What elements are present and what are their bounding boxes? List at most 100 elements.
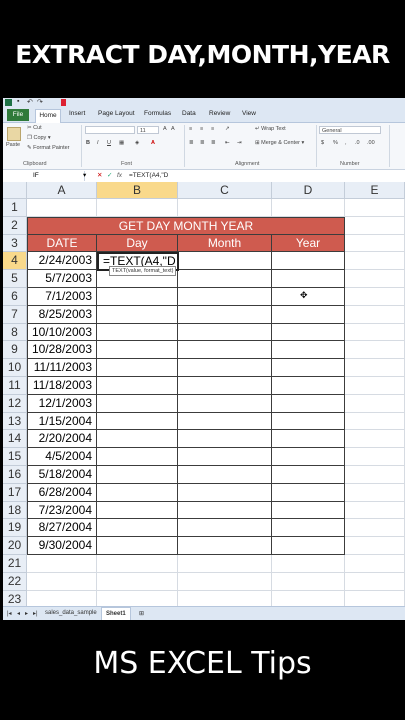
cell-c11[interactable]: [178, 377, 272, 395]
cell-a1[interactable]: [27, 199, 97, 217]
cell-e5[interactable]: [345, 270, 405, 288]
cell-a8[interactable]: 10/10/2003: [27, 323, 97, 342]
cell-b1[interactable]: [97, 199, 178, 217]
cell-c18[interactable]: [178, 501, 272, 520]
cell-c9[interactable]: [178, 341, 272, 360]
cell-a15[interactable]: 4/5/2004: [27, 448, 97, 466]
cell-a9[interactable]: 10/28/2003: [27, 341, 97, 360]
cell-e4[interactable]: [345, 252, 405, 271]
cell-e2[interactable]: [345, 216, 405, 235]
undo-icon[interactable]: ↶: [27, 98, 33, 106]
tab-formulas[interactable]: Formulas: [144, 110, 171, 117]
formula-input[interactable]: =TEXT(A4,"D: [129, 171, 168, 181]
row-header-20[interactable]: 20: [3, 537, 27, 555]
borders-icon[interactable]: ▦: [119, 140, 124, 146]
row-header-10[interactable]: 10: [3, 359, 27, 377]
align-left-icon[interactable]: ≣: [189, 140, 194, 146]
cell-b9[interactable]: [97, 341, 178, 360]
row-header-8[interactable]: 8: [3, 323, 27, 342]
tab-home[interactable]: Home: [35, 109, 61, 123]
cell-c6[interactable]: [178, 288, 272, 306]
bold-button[interactable]: B: [86, 140, 90, 146]
cell-e19[interactable]: [345, 519, 405, 538]
cell-e14[interactable]: [345, 430, 405, 449]
paste-icon[interactable]: [7, 127, 21, 141]
tab-page-layout[interactable]: Page Layout: [98, 110, 135, 117]
row-header-12[interactable]: 12: [3, 394, 27, 413]
name-box[interactable]: IF: [3, 171, 85, 181]
row-header-9[interactable]: 9: [3, 341, 27, 360]
tab-insert[interactable]: Insert: [69, 110, 85, 117]
increase-decimal-icon[interactable]: .0: [355, 140, 360, 146]
cell-e16[interactable]: [345, 466, 405, 484]
row-header-19[interactable]: 19: [3, 519, 27, 538]
align-right-icon[interactable]: ≣: [211, 140, 216, 146]
cell-a20[interactable]: 9/30/2004: [27, 537, 97, 555]
cell-b11[interactable]: [97, 377, 178, 395]
row-header-1[interactable]: 1: [3, 199, 27, 217]
underline-button[interactable]: U: [107, 140, 111, 146]
cell-a16[interactable]: 5/18/2004: [27, 466, 97, 484]
last-sheet-icon[interactable]: ▸|: [33, 610, 38, 617]
cell-d22[interactable]: [272, 572, 345, 591]
comma-icon[interactable]: ,: [345, 140, 347, 146]
sheet-tab-sheet1[interactable]: Sheet1: [101, 607, 131, 620]
decrease-indent-icon[interactable]: ⇤: [225, 140, 230, 146]
cell-e7[interactable]: [345, 305, 405, 324]
cell-a13[interactable]: 1/15/2004: [27, 412, 97, 431]
next-sheet-icon[interactable]: ▸: [25, 610, 28, 617]
row-header-3[interactable]: 3: [3, 234, 27, 253]
row-header-14[interactable]: 14: [3, 430, 27, 449]
cell-d4[interactable]: [272, 252, 345, 271]
column-header-e[interactable]: E: [345, 182, 405, 199]
cell-d17[interactable]: [272, 483, 345, 502]
cell-d8[interactable]: [272, 323, 345, 342]
grow-font-icon[interactable]: A: [163, 126, 167, 132]
insert-sheet-icon[interactable]: ⊞: [139, 610, 144, 617]
first-sheet-icon[interactable]: |◂: [7, 610, 12, 617]
cell-e22[interactable]: [345, 572, 405, 591]
fill-color-icon[interactable]: ◈: [135, 140, 139, 146]
name-box-dropdown-icon[interactable]: ▾: [83, 171, 86, 181]
cell-b6[interactable]: [97, 288, 178, 306]
font-size-box[interactable]: 11: [137, 126, 159, 134]
row-header-7[interactable]: 7: [3, 305, 27, 324]
cell-a10[interactable]: 11/11/2003: [27, 359, 97, 377]
cell-c19[interactable]: [178, 519, 272, 538]
cell-b19[interactable]: [97, 519, 178, 538]
cell-b20[interactable]: [97, 537, 178, 555]
cell-e20[interactable]: [345, 537, 405, 555]
cell-e11[interactable]: [345, 377, 405, 395]
cell-c10[interactable]: [178, 359, 272, 377]
cell-e8[interactable]: [345, 323, 405, 342]
number-format-box[interactable]: General: [319, 126, 381, 134]
cell-e9[interactable]: [345, 341, 405, 360]
cell-d6[interactable]: [272, 288, 345, 306]
row-header-21[interactable]: 21: [3, 555, 27, 573]
cell-b7[interactable]: [97, 305, 178, 324]
cell-c17[interactable]: [178, 483, 272, 502]
row-header-17[interactable]: 17: [3, 483, 27, 502]
cell-b17[interactable]: [97, 483, 178, 502]
cell-d20[interactable]: [272, 537, 345, 555]
cell-c20[interactable]: [178, 537, 272, 555]
cell-a4[interactable]: 2/24/2003: [27, 252, 97, 271]
cell-d13[interactable]: [272, 412, 345, 431]
cell-c5[interactable]: [178, 270, 272, 288]
cell-a12[interactable]: 12/1/2003: [27, 394, 97, 413]
tab-review[interactable]: Review: [209, 110, 230, 117]
cell-b12[interactable]: [97, 394, 178, 413]
format-painter-button[interactable]: ✎ Format Painter: [27, 145, 70, 151]
row-header-18[interactable]: 18: [3, 501, 27, 520]
row-header-16[interactable]: 16: [3, 466, 27, 484]
copy-button[interactable]: ❐ Copy ▾: [27, 135, 51, 141]
cell-d21[interactable]: [272, 555, 345, 573]
cell-a17[interactable]: 6/28/2004: [27, 483, 97, 502]
currency-icon[interactable]: $: [321, 140, 324, 146]
tab-data[interactable]: Data: [182, 110, 196, 117]
column-header-d[interactable]: D: [272, 182, 345, 199]
cell-c7[interactable]: [178, 305, 272, 324]
cell-e21[interactable]: [345, 555, 405, 573]
cell-c14[interactable]: [178, 430, 272, 449]
cell-d1[interactable]: [272, 199, 345, 217]
